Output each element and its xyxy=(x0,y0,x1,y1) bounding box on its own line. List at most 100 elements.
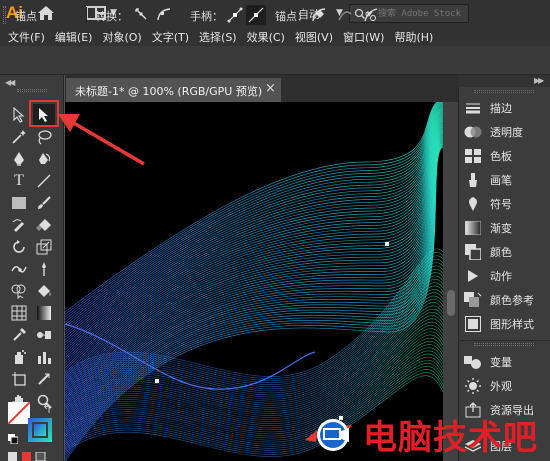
shape-builder-icon[interactable] xyxy=(8,280,30,301)
width-tool-icon[interactable] xyxy=(8,258,30,279)
panel-item-actions[interactable]: 动作 xyxy=(462,265,550,287)
default-fill-stroke-icon[interactable] xyxy=(8,434,18,444)
selection-tool-icon[interactable] xyxy=(33,104,55,125)
panel-item-swatches[interactable]: 色板 xyxy=(462,145,550,167)
watermark-logo-icon xyxy=(309,418,357,452)
puppet-warp-icon[interactable] xyxy=(33,258,55,279)
menu-help[interactable]: 帮助(H) xyxy=(389,29,438,45)
convert-to-smooth-icon[interactable] xyxy=(156,6,172,22)
menu-view[interactable]: 视图(V) xyxy=(290,29,338,45)
menu-effect[interactable]: 效果(C) xyxy=(242,29,290,45)
divider xyxy=(86,7,87,23)
menu-select[interactable]: 选择(S) xyxy=(194,29,242,45)
connect-anchors-icon[interactable] xyxy=(336,6,354,24)
curvature-tool-icon[interactable] xyxy=(33,148,55,169)
menu-edit[interactable]: 编辑(E) xyxy=(50,29,98,45)
anchors-label: 锚点： xyxy=(275,10,308,23)
menu-object[interactable]: 对象(O) xyxy=(97,29,146,45)
fill-swatch[interactable] xyxy=(8,402,30,424)
graphic-styles-icon xyxy=(462,315,484,333)
slice-tool-icon[interactable] xyxy=(33,368,55,389)
handle-label: 手柄： xyxy=(190,10,223,23)
panel-item-label: 颜色参考 xyxy=(490,294,534,307)
rotate-tool-icon[interactable] xyxy=(8,236,30,257)
anchor-label: 锚点 xyxy=(15,10,37,23)
scale-tool-icon[interactable] xyxy=(33,236,55,257)
hide-handles-icon[interactable] xyxy=(246,5,266,25)
swap-fill-stroke-icon[interactable]: ↰ xyxy=(42,402,52,416)
panel-item-label: 外观 xyxy=(490,380,512,393)
paintbrush-tool-icon[interactable] xyxy=(33,192,55,213)
artboard-tool-icon[interactable] xyxy=(8,368,30,389)
close-tab-icon[interactable]: × xyxy=(265,81,276,96)
menu-file[interactable]: 文件(F) xyxy=(3,29,50,45)
panel-item-appearance[interactable]: 外观 xyxy=(462,375,550,397)
column-graph-icon[interactable] xyxy=(33,346,55,367)
panel-item-gradient[interactable]: 渐变 xyxy=(462,217,550,239)
panel-item-variables[interactable]: 变量 xyxy=(462,351,550,373)
document-tab-title[interactable]: 未标题-1* @ 100% (RGB/GPU 预览) xyxy=(75,83,262,99)
collapse-panel-icon[interactable]: ◀◀ xyxy=(5,78,15,87)
menu-bar: 文件(F) 编辑(E) 对象(O) 文字(T) 选择(S) 效果(C) 视图(V… xyxy=(0,27,550,46)
blend-tool-icon[interactable] xyxy=(33,324,55,345)
color-guide-icon xyxy=(462,291,484,309)
panel-item-label: 变量 xyxy=(490,356,512,369)
vertical-scrollbar[interactable] xyxy=(443,102,458,461)
collapse-panel-icon[interactable]: ▶▶ xyxy=(534,76,544,85)
anchor-point[interactable] xyxy=(155,379,159,383)
type-tool-icon[interactable]: T xyxy=(8,170,30,191)
brushes-icon xyxy=(462,171,484,189)
panel-item-label: 图形样式 xyxy=(490,318,534,331)
panel-item-label: 色板 xyxy=(490,150,512,163)
scrollbar-thumb[interactable] xyxy=(447,290,455,316)
watermark-text: 电脑技术吧 xyxy=(363,418,538,458)
variables-icon xyxy=(462,353,484,371)
menu-window[interactable]: 窗口(W) xyxy=(338,29,389,45)
home-icon[interactable] xyxy=(37,5,55,21)
show-handles-icon[interactable] xyxy=(226,6,244,24)
menu-type[interactable]: 文字(T) xyxy=(147,29,194,45)
line-segment-tool-icon[interactable] xyxy=(33,170,55,191)
convert-label: 转换： xyxy=(95,10,128,23)
panel-item-label: 画笔 xyxy=(490,174,512,187)
live-paint-icon[interactable] xyxy=(33,280,55,301)
panel-item-brushes[interactable]: 画笔 xyxy=(462,169,550,191)
remove-anchor-icon[interactable] xyxy=(310,6,328,24)
magic-wand-icon[interactable] xyxy=(8,126,30,147)
cut-path-icon[interactable] xyxy=(362,6,380,24)
perspective-grid-icon[interactable] xyxy=(8,302,30,323)
panel-item-color[interactable]: 颜色 xyxy=(462,241,550,263)
panel-divider xyxy=(459,340,550,341)
control-bar xyxy=(0,46,550,75)
panel-item-color-guide[interactable]: 颜色参考 xyxy=(462,289,550,311)
eyedropper-icon[interactable] xyxy=(8,324,30,345)
direct-selection-tool-icon[interactable] xyxy=(8,104,30,125)
pen-tool-icon[interactable] xyxy=(8,148,30,169)
lasso-icon[interactable] xyxy=(33,126,55,147)
shaper-tool-icon[interactable] xyxy=(8,214,30,235)
stroke-swatch[interactable] xyxy=(28,418,52,442)
control-bar-grip[interactable] xyxy=(3,6,6,24)
panel-group-grip[interactable] xyxy=(474,343,534,346)
eraser-tool-icon[interactable] xyxy=(33,214,55,235)
color-mode-buttons[interactable] xyxy=(8,452,56,461)
panel-item-symbols[interactable]: 符号 xyxy=(462,193,550,215)
rectangle-tool-icon[interactable] xyxy=(8,192,30,213)
anchor-point[interactable] xyxy=(385,242,389,246)
convert-to-corner-icon[interactable] xyxy=(133,6,149,22)
panel-item-label: 透明度 xyxy=(490,126,523,139)
panel-item-transparency[interactable]: 透明度 xyxy=(462,121,550,143)
wave-line xyxy=(65,321,443,422)
panel-item-stroke[interactable]: 描边 xyxy=(462,97,550,119)
panel-item-label: 渐变 xyxy=(490,222,512,235)
stock-search-input[interactable] xyxy=(378,7,466,21)
panel-item-graphic-styles[interactable]: 图形样式 xyxy=(462,313,550,335)
panel-group-grip[interactable] xyxy=(474,90,534,93)
panel-item-label: 符号 xyxy=(490,198,512,211)
transparency-icon xyxy=(462,123,484,141)
gradient-icon xyxy=(462,219,484,237)
panel-item-label: 描边 xyxy=(490,102,512,115)
symbol-sprayer-icon[interactable] xyxy=(8,346,30,367)
toolbar-grip[interactable] xyxy=(17,89,47,92)
gradient-tool-icon[interactable] xyxy=(33,302,55,323)
